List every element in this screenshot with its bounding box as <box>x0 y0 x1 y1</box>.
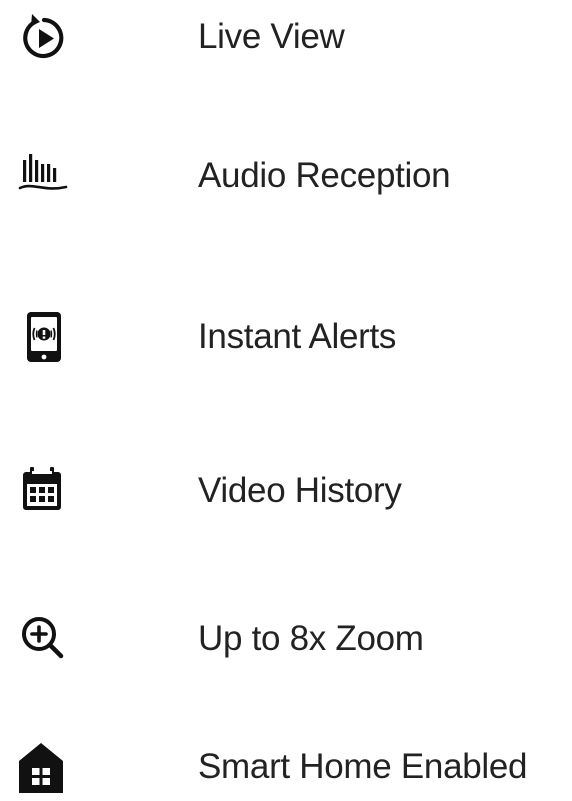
phone-alert-icon <box>18 311 70 363</box>
feature-item-audio-reception: Audio Reception <box>0 150 572 210</box>
feature-label: Smart Home Enabled <box>198 747 528 786</box>
home-icon <box>18 741 70 793</box>
audio-wave-icon <box>18 150 70 202</box>
feature-label: Video History <box>198 471 402 510</box>
feature-item-smart-home: Smart Home Enabled <box>0 741 572 801</box>
feature-label: Audio Reception <box>198 156 451 195</box>
feature-item-instant-alerts: Instant Alerts <box>0 311 572 371</box>
feature-label: Instant Alerts <box>198 317 397 356</box>
feature-item-zoom: Up to 8x Zoom <box>0 613 572 673</box>
feature-label: Live View <box>198 17 345 56</box>
zoom-in-icon <box>18 613 70 665</box>
replay-play-icon <box>18 11 70 63</box>
feature-label: Up to 8x Zoom <box>198 619 424 658</box>
calendar-icon <box>18 465 70 517</box>
feature-item-video-history: Video History <box>0 465 572 525</box>
feature-item-live-view: Live View <box>0 11 572 71</box>
feature-list: Live View Audio Reception Instant Alerts… <box>0 0 572 794</box>
